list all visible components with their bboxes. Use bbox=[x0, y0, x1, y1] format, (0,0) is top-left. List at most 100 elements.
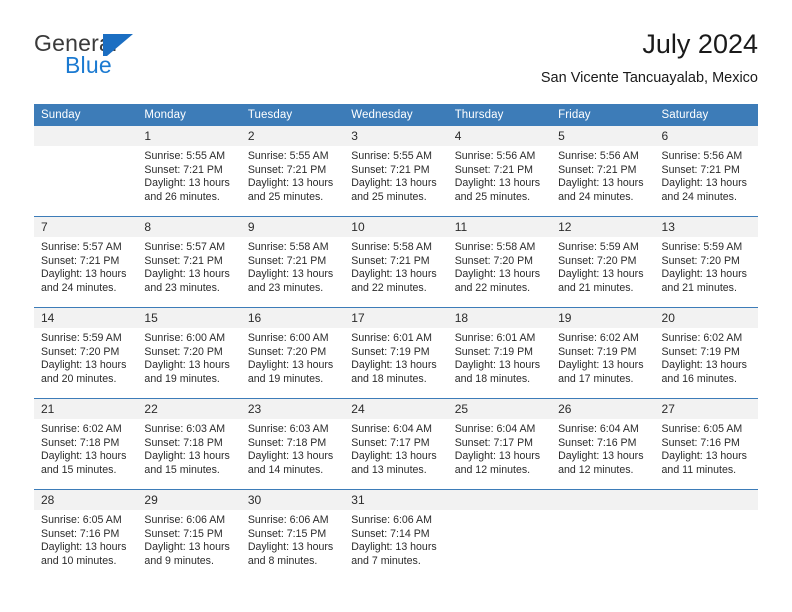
calendar-day-cell[interactable]: 12 Sunrise: 5:59 AM Sunset: 7:20 PM Dayligh… bbox=[551, 216, 655, 308]
day-detail-line: Sunset: 7:17 PM bbox=[351, 436, 430, 449]
calendar-day-cell[interactable]: 11 Sunrise: 5:58 AM Sunset: 7:20 PM Dayligh… bbox=[447, 216, 552, 308]
calendar-day-cell[interactable]: 2 Sunrise: 5:55 AM Sunset: 7:21 PM Daylight… bbox=[240, 126, 345, 217]
day-cell-inner: 13 Sunrise: 5:59 AM Sunset: 7:20 PM Dayligh… bbox=[654, 217, 758, 307]
day-cell-inner: 25 Sunrise: 6:04 AM Sunset: 7:17 PM Dayligh… bbox=[447, 399, 552, 489]
day-detail-line: and 12 minutes. bbox=[558, 463, 634, 476]
day-number bbox=[34, 126, 138, 146]
calendar-day-cell[interactable]: 10 Sunrise: 5:58 AM Sunset: 7:21 PM Dayligh… bbox=[344, 216, 448, 308]
day-number bbox=[447, 490, 552, 510]
day-detail-line: Daylight: 13 hours bbox=[454, 268, 541, 281]
day-detail-line: and 21 minutes. bbox=[558, 281, 634, 294]
day-number: 28 bbox=[34, 490, 138, 510]
day-cell-inner: 27 Sunrise: 6:05 AM Sunset: 7:16 PM Dayligh… bbox=[654, 399, 758, 489]
day-detail-line: Daylight: 13 hours bbox=[558, 268, 644, 281]
day-detail-line: Sunrise: 5:56 AM bbox=[558, 150, 639, 162]
day-cell-inner: 7 Sunrise: 5:57 AM Sunset: 7:21 PM Daylight… bbox=[34, 217, 138, 307]
day-detail-line: Daylight: 13 hours bbox=[41, 268, 127, 281]
day-detail-line: Sunset: 7:16 PM bbox=[558, 436, 637, 449]
calendar-day-cell[interactable]: 4 Sunrise: 5:56 AM Sunset: 7:21 PM Daylight… bbox=[447, 126, 552, 217]
day-details: Sunrise: 6:06 AM Sunset: 7:15 PM Daylight:… bbox=[137, 510, 240, 568]
weekday-header-thursday: Thursday bbox=[447, 104, 552, 126]
calendar-day-cell[interactable]: 6 Sunrise: 5:56 AM Sunset: 7:21 PM Daylight… bbox=[654, 126, 758, 217]
calendar-day-cell[interactable]: 14 Sunrise: 5:59 AM Sunset: 7:20 PM Dayligh… bbox=[34, 307, 138, 399]
day-detail-line: Sunset: 7:21 PM bbox=[661, 163, 740, 176]
day-number: 11 bbox=[447, 217, 552, 237]
day-cell-inner: 16 Sunrise: 6:00 AM Sunset: 7:20 PM Dayligh… bbox=[240, 308, 345, 398]
day-detail-line: Sunrise: 5:55 AM bbox=[144, 150, 226, 162]
calendar-day-cell[interactable]: 19 Sunrise: 6:02 AM Sunset: 7:19 PM Dayligh… bbox=[551, 307, 655, 399]
day-detail-line: Daylight: 13 hours bbox=[351, 541, 437, 554]
day-cell-inner: 15 Sunrise: 6:00 AM Sunset: 7:20 PM Dayligh… bbox=[137, 308, 241, 398]
calendar-day-cell-empty bbox=[654, 489, 758, 580]
day-detail-line: Daylight: 13 hours bbox=[351, 177, 437, 190]
day-detail-line: Sunrise: 5:58 AM bbox=[351, 241, 432, 253]
day-detail-line: and 7 minutes. bbox=[351, 554, 421, 567]
day-number: 1 bbox=[137, 126, 241, 146]
calendar-day-cell[interactable]: 21 Sunrise: 6:02 AM Sunset: 7:18 PM Dayligh… bbox=[34, 398, 138, 490]
day-cell-inner: 29 Sunrise: 6:06 AM Sunset: 7:15 PM Dayligh… bbox=[137, 490, 241, 580]
day-detail-line: and 18 minutes. bbox=[454, 372, 531, 385]
day-cell-inner: 6 Sunrise: 5:56 AM Sunset: 7:21 PM Daylight… bbox=[654, 126, 758, 216]
day-details: Sunrise: 5:56 AM Sunset: 7:21 PM Daylight:… bbox=[655, 146, 758, 204]
day-detail-line: Daylight: 13 hours bbox=[661, 359, 747, 372]
day-detail-line: and 23 minutes. bbox=[247, 281, 324, 294]
calendar-day-cell[interactable]: 29 Sunrise: 6:06 AM Sunset: 7:15 PM Dayligh… bbox=[137, 489, 241, 580]
day-number: 3 bbox=[344, 126, 448, 146]
calendar-day-cell[interactable]: 9 Sunrise: 5:58 AM Sunset: 7:21 PM Daylight… bbox=[240, 216, 345, 308]
day-detail-line: Sunset: 7:16 PM bbox=[661, 436, 740, 449]
day-detail-line: and 20 minutes. bbox=[41, 372, 117, 385]
calendar-day-cell[interactable]: 13 Sunrise: 5:59 AM Sunset: 7:20 PM Dayligh… bbox=[654, 216, 758, 308]
calendar-day-cell[interactable]: 28 Sunrise: 6:05 AM Sunset: 7:16 PM Dayligh… bbox=[34, 489, 138, 580]
day-cell-inner: 21 Sunrise: 6:02 AM Sunset: 7:18 PM Dayligh… bbox=[34, 399, 138, 489]
day-detail-line: Daylight: 13 hours bbox=[351, 450, 437, 463]
day-detail-line: Sunrise: 5:58 AM bbox=[247, 241, 329, 253]
day-number: 12 bbox=[551, 217, 655, 237]
calendar-day-cell[interactable]: 3 Sunrise: 5:55 AM Sunset: 7:21 PM Daylight… bbox=[344, 126, 448, 217]
weekday-header-monday: Monday bbox=[137, 104, 241, 126]
day-number: 6 bbox=[654, 126, 758, 146]
day-detail-line: and 11 minutes. bbox=[661, 463, 737, 476]
calendar-day-cell[interactable]: 16 Sunrise: 6:00 AM Sunset: 7:20 PM Dayligh… bbox=[240, 307, 345, 399]
calendar-day-cell[interactable]: 5 Sunrise: 5:56 AM Sunset: 7:21 PM Daylight… bbox=[551, 126, 655, 217]
day-detail-line: Sunset: 7:14 PM bbox=[351, 527, 430, 540]
day-detail-line: Sunrise: 6:00 AM bbox=[144, 332, 226, 344]
day-cell-inner: 1 Sunrise: 5:55 AM Sunset: 7:21 PM Daylight… bbox=[137, 126, 241, 216]
calendar-day-cell[interactable]: 17 Sunrise: 6:01 AM Sunset: 7:19 PM Dayligh… bbox=[344, 307, 448, 399]
day-detail-line: Sunrise: 6:01 AM bbox=[351, 332, 432, 344]
day-number: 5 bbox=[551, 126, 655, 146]
calendar-day-cell[interactable]: 31 Sunrise: 6:06 AM Sunset: 7:14 PM Dayligh… bbox=[344, 489, 448, 580]
day-detail-line: Sunset: 7:19 PM bbox=[558, 345, 637, 358]
calendar-day-cell[interactable]: 26 Sunrise: 6:04 AM Sunset: 7:16 PM Dayligh… bbox=[551, 398, 655, 490]
day-detail-line: Sunset: 7:16 PM bbox=[41, 527, 120, 540]
day-number bbox=[551, 490, 655, 510]
calendar-day-cell[interactable]: 7 Sunrise: 5:57 AM Sunset: 7:21 PM Daylight… bbox=[34, 216, 138, 308]
day-cell-inner: 28 Sunrise: 6:05 AM Sunset: 7:16 PM Dayligh… bbox=[34, 490, 138, 580]
day-detail-line: Sunrise: 6:05 AM bbox=[41, 514, 122, 526]
day-detail-line: Sunrise: 5:59 AM bbox=[41, 332, 122, 344]
calendar-day-cell[interactable]: 8 Sunrise: 5:57 AM Sunset: 7:21 PM Daylight… bbox=[137, 216, 241, 308]
day-number: 15 bbox=[137, 308, 241, 328]
page-header: General Blue July 2024 San Vicente Tancu… bbox=[34, 28, 758, 96]
day-cell-inner bbox=[447, 490, 552, 580]
day-detail-line: and 9 minutes. bbox=[144, 554, 214, 567]
calendar-day-cell[interactable]: 1 Sunrise: 5:55 AM Sunset: 7:21 PM Daylight… bbox=[137, 126, 241, 217]
day-detail-line: and 19 minutes. bbox=[247, 372, 324, 385]
day-detail-line: Sunrise: 5:57 AM bbox=[41, 241, 122, 253]
calendar-day-cell[interactable]: 22 Sunrise: 6:03 AM Sunset: 7:18 PM Dayligh… bbox=[137, 398, 241, 490]
calendar-day-cell[interactable]: 20 Sunrise: 6:02 AM Sunset: 7:19 PM Dayligh… bbox=[654, 307, 758, 399]
day-details: Sunrise: 5:57 AM Sunset: 7:21 PM Daylight:… bbox=[137, 237, 240, 295]
calendar-day-cell[interactable]: 15 Sunrise: 6:00 AM Sunset: 7:20 PM Dayligh… bbox=[137, 307, 241, 399]
calendar-day-cell[interactable]: 23 Sunrise: 6:03 AM Sunset: 7:18 PM Dayligh… bbox=[240, 398, 345, 490]
day-detail-line: Daylight: 13 hours bbox=[144, 268, 230, 281]
weekday-header-wednesday: Wednesday bbox=[344, 104, 448, 126]
calendar-day-cell[interactable]: 24 Sunrise: 6:04 AM Sunset: 7:17 PM Dayligh… bbox=[344, 398, 448, 490]
day-details: Sunrise: 5:55 AM Sunset: 7:21 PM Daylight:… bbox=[241, 146, 344, 204]
day-details: Sunrise: 6:04 AM Sunset: 7:17 PM Daylight:… bbox=[448, 419, 551, 477]
calendar-day-cell[interactable]: 30 Sunrise: 6:06 AM Sunset: 7:15 PM Dayligh… bbox=[240, 489, 345, 580]
calendar-day-cell[interactable]: 27 Sunrise: 6:05 AM Sunset: 7:16 PM Dayligh… bbox=[654, 398, 758, 490]
day-detail-line: and 8 minutes. bbox=[247, 554, 318, 567]
calendar-day-cell[interactable]: 25 Sunrise: 6:04 AM Sunset: 7:17 PM Dayligh… bbox=[447, 398, 552, 490]
day-cell-inner: 19 Sunrise: 6:02 AM Sunset: 7:19 PM Dayligh… bbox=[551, 308, 655, 398]
day-detail-line: Daylight: 13 hours bbox=[144, 541, 230, 554]
calendar-day-cell[interactable]: 18 Sunrise: 6:01 AM Sunset: 7:19 PM Dayligh… bbox=[447, 307, 552, 399]
